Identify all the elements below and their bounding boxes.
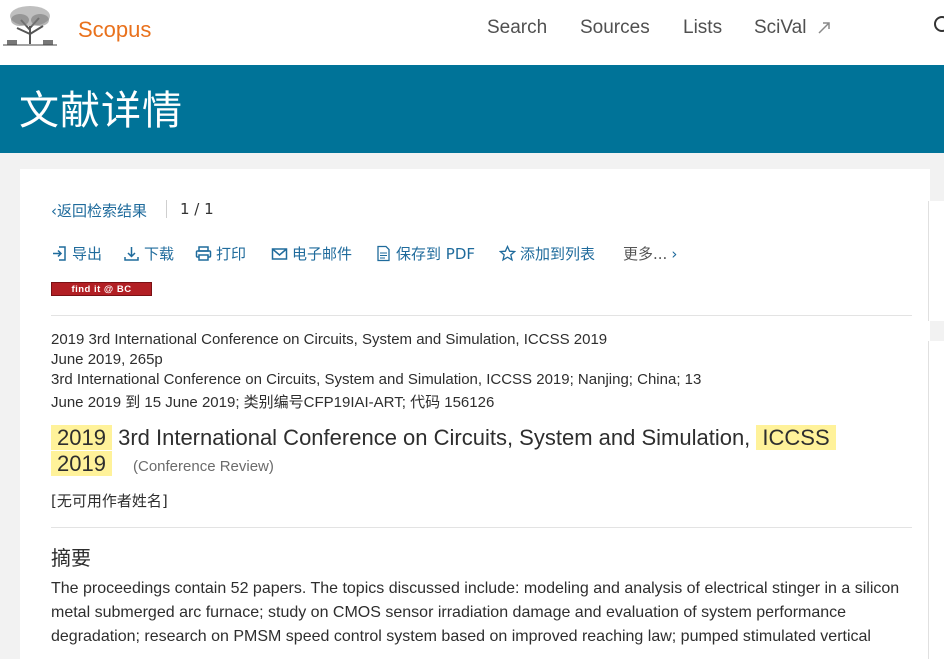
top-navigation-bar: Scopus Search Sources Lists SciVal bbox=[0, 0, 944, 65]
elsevier-tree-icon[interactable] bbox=[3, 4, 57, 46]
save-pdf-button[interactable]: 保存到 PDF bbox=[375, 243, 475, 264]
nav-sources[interactable]: Sources bbox=[580, 17, 650, 39]
email-button[interactable]: 电子邮件 bbox=[271, 243, 352, 264]
abstract-text: The proceedings contain 52 papers. The t… bbox=[51, 580, 900, 645]
document-type: (Conference Review) bbox=[133, 458, 274, 475]
search-icon[interactable] bbox=[931, 14, 944, 38]
title-highlight-year: 2019 bbox=[51, 425, 112, 450]
back-to-results-link[interactable]: ‹返回检索结果 bbox=[51, 200, 147, 221]
source-title: 2019 3rd International Conference on Cir… bbox=[51, 331, 608, 348]
external-link-icon bbox=[818, 22, 830, 34]
print-button[interactable]: 打印 bbox=[195, 243, 246, 264]
abstract-heading: 摘要 bbox=[51, 546, 91, 570]
printer-icon bbox=[195, 246, 212, 261]
save-pdf-label: 保存到 PDF bbox=[396, 245, 475, 263]
export-button[interactable]: 导出 bbox=[51, 243, 102, 264]
right-panel-bottom bbox=[928, 341, 944, 659]
download-label: 下载 bbox=[144, 245, 175, 263]
title-highlight-acronym: ICCSS bbox=[756, 425, 836, 450]
more-label: 更多... bbox=[623, 245, 668, 263]
source-date-pages: June 2019, 265p bbox=[51, 351, 163, 368]
page-header-banner: 文献详情 bbox=[0, 65, 944, 153]
right-panel-top bbox=[928, 201, 944, 321]
print-label: 打印 bbox=[216, 245, 247, 263]
page-title: 文献详情 bbox=[19, 88, 183, 134]
result-position: 1 / 1 bbox=[180, 200, 214, 218]
chevron-right-icon: › bbox=[671, 244, 678, 263]
export-icon bbox=[53, 246, 66, 261]
nav-scival[interactable]: SciVal bbox=[754, 17, 806, 39]
divider bbox=[51, 315, 912, 316]
download-icon bbox=[124, 247, 139, 261]
star-icon bbox=[499, 245, 516, 262]
nav-lists[interactable]: Lists bbox=[683, 17, 722, 39]
divider bbox=[51, 527, 912, 528]
pdf-icon bbox=[377, 245, 390, 262]
download-button[interactable]: 下载 bbox=[123, 243, 174, 264]
add-to-list-label: 添加到列表 bbox=[520, 245, 596, 263]
email-icon bbox=[271, 248, 288, 260]
pager-divider bbox=[166, 200, 167, 218]
conference-info-line2: June 2019 到 15 June 2019; 类别编号CFP19IAI-A… bbox=[51, 394, 495, 411]
export-label: 导出 bbox=[72, 245, 103, 263]
back-to-results-label: 返回检索结果 bbox=[57, 202, 148, 220]
find-it-button[interactable]: find it @ BC bbox=[51, 282, 152, 296]
more-actions-button[interactable]: 更多... › bbox=[623, 243, 677, 264]
title-main-text: 3rd International Conference on Circuits… bbox=[118, 425, 751, 450]
nav-search[interactable]: Search bbox=[487, 17, 547, 39]
add-to-list-button[interactable]: 添加到列表 bbox=[499, 243, 595, 264]
title-highlight-year-2: 2019 bbox=[51, 451, 112, 476]
email-label: 电子邮件 bbox=[292, 245, 353, 263]
scopus-logo[interactable]: Scopus bbox=[78, 17, 151, 43]
author-list: [无可用作者姓名] bbox=[51, 492, 168, 510]
conference-info-line1: 3rd International Conference on Circuits… bbox=[51, 371, 702, 388]
